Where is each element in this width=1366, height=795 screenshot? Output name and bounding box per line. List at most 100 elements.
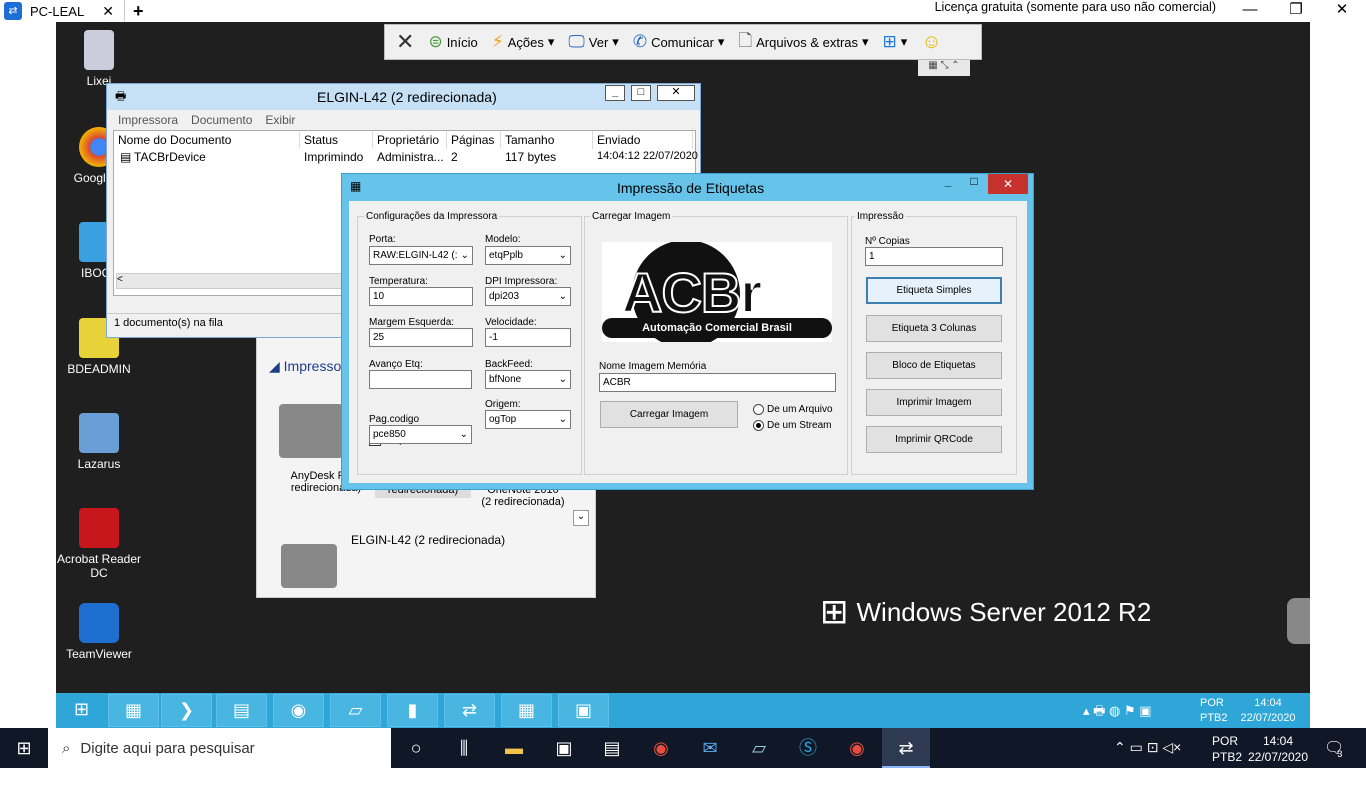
actions-label: Ações: [507, 34, 544, 50]
close-button[interactable]: ✕: [657, 85, 695, 101]
col-header-status[interactable]: Status: [300, 131, 373, 149]
close-tab-icon[interactable]: ✕: [92, 3, 124, 20]
remote-start-button[interactable]: ⊞: [56, 694, 107, 727]
speed-input[interactable]: -1: [485, 328, 571, 347]
from-stream-radio[interactable]: De um Stream: [753, 420, 831, 431]
desktop-icon-acrobat[interactable]: Acrobat Reader DC: [56, 508, 142, 580]
load-image-button[interactable]: Carregar Imagem: [600, 401, 738, 428]
desktop-icon-label: BDEADMIN: [67, 362, 131, 376]
devices-icon[interactable]: ▣: [558, 694, 609, 727]
chrome-profile-icon[interactable]: ◉: [833, 728, 881, 768]
end-session-button[interactable]: ✕: [391, 29, 419, 55]
files-menu[interactable]: 🗋 Arquivos & extras ▾: [733, 28, 873, 57]
horizontal-scrollbar[interactable]: <: [116, 273, 348, 289]
menu-printer[interactable]: Impressora: [118, 113, 178, 127]
print-qrcode-button[interactable]: Imprimir QRCode: [866, 426, 1002, 453]
three-column-label-button[interactable]: Etiqueta 3 Colunas: [866, 315, 1002, 342]
col-header-owner[interactable]: Proprietário: [373, 131, 447, 149]
temperature-input[interactable]: 10: [369, 287, 473, 306]
network-app-icon[interactable]: ▣: [540, 728, 588, 768]
notification-center-icon[interactable]: 🗨3: [1324, 738, 1349, 759]
image-name-input[interactable]: ACBR: [599, 373, 836, 392]
maximize-button[interactable]: □: [962, 174, 986, 194]
print-image-button[interactable]: Imprimir Imagem: [866, 389, 1002, 416]
teamviewer-tab-icon: ⇄: [4, 2, 22, 20]
advance-input[interactable]: [369, 370, 472, 389]
actions-menu[interactable]: ⚡ Ações ▾: [487, 32, 560, 52]
copies-input[interactable]: 1: [865, 247, 1003, 266]
printers-section-header[interactable]: ◢ Impressor: [269, 358, 346, 375]
feedback-button[interactable]: ☺: [916, 31, 946, 54]
chrome-icon[interactable]: ◉: [273, 694, 324, 727]
skype-icon[interactable]: Ⓢ: [784, 728, 832, 768]
origin-select[interactable]: ogTop ⌄: [485, 410, 571, 429]
explorer-icon[interactable]: ▤: [216, 694, 267, 727]
store-icon[interactable]: ▤: [588, 728, 636, 768]
server-watermark: ⊞ Windows Server 2012 R2: [820, 592, 1151, 632]
acbr-label-dialog: ▦ Impressão de Etiquetas _ □ ✕ Configura…: [341, 173, 1034, 490]
server-manager-icon[interactable]: ▦: [108, 694, 159, 727]
col-header-name[interactable]: Nome do Documento: [114, 131, 300, 149]
file-explorer-icon[interactable]: ▬: [490, 728, 538, 768]
restore-icon[interactable]: ❐: [1273, 0, 1319, 22]
ibo-icon[interactable]: ▮: [387, 694, 438, 727]
close-window-icon[interactable]: ✕: [1319, 0, 1365, 22]
col-header-sent[interactable]: Enviado: [593, 131, 693, 149]
view-menu[interactable]: 🖵 Ver ▾: [563, 32, 623, 52]
toolbar-collapse[interactable]: ▦ ⤡ ⌃: [918, 60, 970, 76]
remote-clock[interactable]: 14:04 22/07/2020: [1238, 696, 1298, 726]
communicate-menu[interactable]: ✆ Comunicar ▾: [628, 32, 730, 52]
model-select[interactable]: etqPplb ⌄: [485, 246, 571, 265]
search-box[interactable]: ⌕ Digite aqui para pesquisar: [48, 728, 391, 768]
col-header-size[interactable]: Tamanho: [501, 131, 593, 149]
scroll-down-icon[interactable]: ⌄: [573, 510, 589, 526]
desktop-icon-teamviewer[interactable]: TeamViewer: [56, 603, 142, 661]
cortana-icon[interactable]: ○: [392, 728, 440, 768]
desktop-icon-recycle-bin[interactable]: Lixei: [56, 30, 142, 88]
minimize-button[interactable]: _: [605, 85, 625, 101]
desktop-icon-lazarus[interactable]: Lazarus: [56, 413, 142, 471]
margin-input[interactable]: 25: [369, 328, 473, 347]
logo-text: ACBr: [621, 260, 763, 325]
mail-icon[interactable]: ✉: [686, 728, 734, 768]
port-select[interactable]: RAW:ELGIN-L42 (: ⌄: [369, 246, 473, 265]
notes-icon[interactable]: ▱: [330, 694, 381, 727]
label-block-button[interactable]: Bloco de Etiquetas: [866, 352, 1002, 379]
simple-label-button[interactable]: Etiqueta Simples: [866, 277, 1002, 304]
speed-label: Velocidade:: [485, 317, 537, 328]
minimize-button[interactable]: _: [936, 174, 960, 194]
tray-icons[interactable]: ⌃ ▭ ⊡ ◁×: [1114, 739, 1181, 756]
table-row[interactable]: ▤ TACBrDevice Imprimindo Administra... 2…: [114, 150, 698, 167]
elgin-printer-label[interactable]: ELGIN-L42 (2 redirecionada): [351, 533, 505, 547]
acbr-app-icon[interactable]: ▦: [501, 694, 552, 727]
windows-menu[interactable]: ⊞ ▾: [878, 32, 913, 52]
start-button[interactable]: ⊞: [0, 728, 48, 768]
minimize-icon[interactable]: —: [1227, 0, 1273, 22]
session-tab[interactable]: ⇄ PC-LEAL ✕ +: [0, 0, 151, 22]
menu-document[interactable]: Documento: [191, 113, 252, 127]
menu-view[interactable]: Exibir: [265, 113, 295, 127]
from-file-radio[interactable]: De um Arquivo: [753, 404, 833, 415]
maximize-button[interactable]: □: [631, 85, 651, 101]
backfeed-select[interactable]: bfNone ⌄: [485, 370, 571, 389]
teamviewer-side-panel[interactable]: [1287, 598, 1310, 644]
powershell-icon[interactable]: ❯: [161, 694, 212, 727]
local-clock[interactable]: 14:04 22/07/2020: [1246, 733, 1310, 765]
remote-language[interactable]: POR PTB2: [1200, 696, 1228, 726]
home-button[interactable]: ⊜ Início: [423, 32, 482, 52]
col-header-pages[interactable]: Páginas: [447, 131, 501, 149]
dpi-select[interactable]: dpi203 ⌄: [485, 287, 571, 306]
close-button[interactable]: ✕: [988, 174, 1028, 194]
new-tab-icon[interactable]: +: [125, 1, 152, 22]
codepage-select[interactable]: pce850 ⌄: [369, 425, 472, 444]
teamviewer-icon[interactable]: ⇄: [444, 694, 495, 727]
tray-icons[interactable]: ▴ 🖶 ◍ ⚑ ▣: [1083, 702, 1152, 724]
task-view-icon[interactable]: ⫼: [440, 728, 488, 768]
port-label: Porta:: [369, 234, 396, 245]
teamviewer-icon[interactable]: ⇄: [882, 728, 930, 768]
codepage-label: Pag.codigo: [369, 414, 420, 425]
local-language[interactable]: POR PTB2: [1212, 733, 1242, 765]
lang-layout: PTB2: [1212, 750, 1243, 764]
notes-icon[interactable]: ▱: [735, 728, 783, 768]
chrome-icon[interactable]: ◉: [637, 728, 685, 768]
